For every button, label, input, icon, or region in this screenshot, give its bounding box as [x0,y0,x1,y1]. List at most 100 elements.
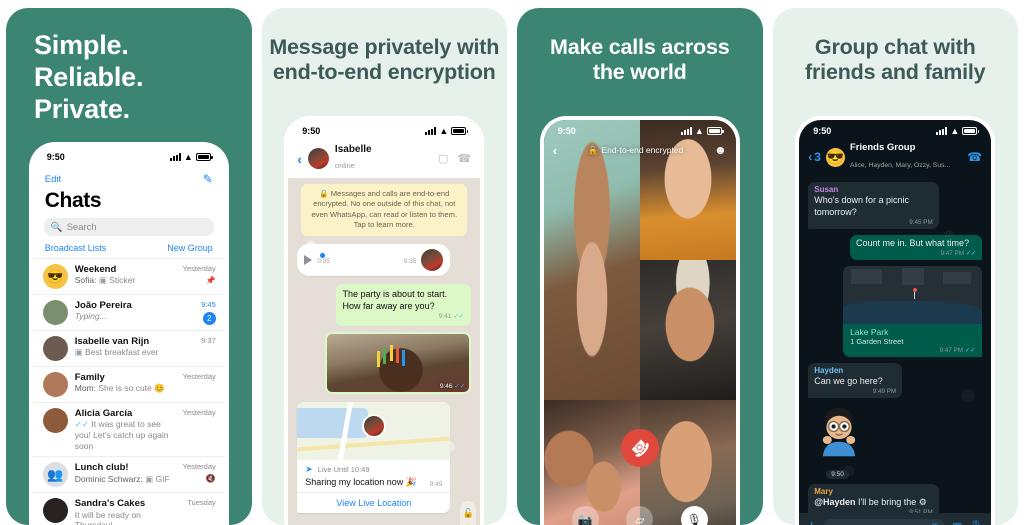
progress-dot[interactable] [320,252,326,258]
end-call-button[interactable]: ☎ [620,428,659,467]
map-preview[interactable] [843,265,983,324]
live-location-bubble[interactable]: ➤ Live Until 10:49 Sharing my location n… [297,401,451,513]
camera-icon[interactable]: ▣ [952,520,962,525]
message-time: 9:47 PM [939,346,963,354]
group-avatar[interactable]: 😎 [825,147,845,167]
avatar[interactable] [42,336,68,361]
voice-call-icon[interactable]: ☎ [458,152,472,165]
chat-list-item[interactable]: Family Mom: She is so cute 😊 Yesterday [32,366,225,402]
video-call-icon[interactable]: ▢ [438,152,448,165]
search-placeholder: Search [66,221,97,233]
search-input[interactable]: 🔍 Search [43,218,214,236]
sticker-message[interactable] [812,404,866,463]
add-participant-icon[interactable]: ☻ [714,143,727,157]
back-chevron-icon[interactable]: ‹ [297,151,302,167]
status-bar: 9:50 ▲ [544,120,736,142]
video-feed [639,260,736,400]
mute-icon: 🔇 [205,474,216,484]
title-line-2: friends and family [805,59,986,84]
chat-item-meta: Tuesday [187,498,216,507]
panel-simple-title: Simple. Reliable. Private. [6,8,252,126]
map-preview[interactable] [297,401,451,460]
chat-time: 9:45 [201,300,216,309]
broadcast-lists-button[interactable]: Broadcast Lists [45,243,107,253]
avatar[interactable] [42,300,68,325]
add-attachment-icon[interactable]: + [807,518,816,525]
phone-mockup-group-call: 9:50 ▲ ‹ 🔒 End-to-end encrypted ☻ ☎ 📷 ▱ … [543,120,736,525]
mic-off-icon[interactable]: 🎙 [680,506,708,525]
battery-icon [451,127,469,135]
panel-group-title: Group chat with friends and family [773,8,1019,85]
message-input-bar: + ◉ ▣ 🎙 [799,513,992,525]
play-icon[interactable] [304,254,313,265]
message-bubble-incoming[interactable]: Susan Who's down for a picnic tomorrow? … [808,181,939,229]
compose-icon[interactable]: ✎ [203,172,213,186]
chat-list-item[interactable]: João Pereira Typing... 9:45 2 [32,294,225,330]
chat-list-item[interactable]: 👥 Lunch club! Dominic Schwarz: ▣ GIF Yester… [32,456,225,492]
conversation-header: ‹ Isabelle online ▢ ☎ [288,142,481,178]
building-shape [901,268,924,286]
chevron-up-icon: ^ [460,521,476,525]
new-group-button[interactable]: New Group [167,243,213,253]
phone-mockup-group-chat: 9:50 ▲ ‹ 3 😎 Friends Group Alice, Hayden,… [799,120,992,525]
message-bubble-incoming[interactable]: Hayden Can we go here? 9:49 PM [808,362,903,398]
chat-list-item[interactable]: Isabelle van Rijn ▣ Best breakfast ever 9:… [32,330,225,366]
chat-item-content: Alicia García ✓✓ It was great to see you!… [75,408,176,451]
status-icons: ▲ [680,125,724,136]
back-chevron-icon[interactable]: ‹ [553,143,557,158]
location-message-bubble[interactable]: Lake Park 1 Garden Street 9:47 PM ✓✓ [843,265,983,357]
flip-camera-icon[interactable]: 📷 [571,506,599,525]
pin-icon: 📌 [205,276,216,285]
message-sender: Hayden [814,365,844,375]
avatar[interactable] [42,498,68,524]
candles-decor [389,345,393,362]
photo-message-bubble[interactable]: 9:46 ✓✓ [325,331,472,394]
avatar[interactable] [42,408,68,433]
title-line-1: Group chat with [814,35,976,59]
water-area [297,407,368,438]
lock-recording-control[interactable]: 🔓 ^ [460,501,477,525]
sticker-icon[interactable]: ◉ [931,521,939,525]
battery-icon [962,127,980,135]
chat-name: Isabelle van Rijn [74,336,150,347]
message-meta: 9:41 ✓✓ [343,313,464,321]
chat-preview: ✓✓ It was great to see you! Let's catch … [74,419,169,451]
message-input[interactable]: ◉ [823,518,945,525]
edit-button[interactable]: Edit [45,174,61,185]
message-bubble-outgoing[interactable]: Count me in. But what time? 9:47 PM ✓✓ [850,234,983,260]
phone-mockup-conversation: 9:50 ▲ ‹ Isabelle online ▢ ☎ 🔒 Messages … [288,120,481,525]
cellular-signal-icon [425,127,437,135]
voice-note-bubble[interactable]: 0:05 9:35 [297,243,451,276]
chat-name: Weekend [74,264,117,275]
wifi-icon: ▲ [694,125,704,136]
message-mention[interactable]: @Hayden [814,497,855,507]
chat-list-item[interactable]: Sandra's CakesIt will be ready on Thursd… [32,492,225,525]
avatar[interactable]: 👥 [42,462,68,488]
message-text: I'll be bring the ⚙ [855,497,927,508]
mic-icon[interactable]: 🎙 [969,520,983,525]
cellular-signal-icon [680,127,692,135]
voice-note-track[interactable]: 0:05 9:35 [317,252,416,265]
chat-preview: Sofia: ▣ Sticker [74,275,136,286]
avatar[interactable] [307,148,329,169]
video-off-icon[interactable]: ▱ [626,506,654,525]
battery-icon [195,153,213,161]
add-call-icon[interactable]: ☎ [967,150,982,164]
gif-icon: ▣ [145,473,156,484]
e2e-notice[interactable]: 🔒 Messages and calls are end-to-end encr… [301,184,468,236]
avatar[interactable]: 😎 [42,264,68,289]
back-button[interactable]: ‹ 3 [808,150,821,164]
avatar[interactable] [42,372,68,397]
read-receipt-icon: ✓✓ [965,249,977,257]
group-info[interactable]: Friends Group Alice, Hayden, Mary, Ozzy,… [850,142,950,172]
chat-list-item[interactable]: 😎 Weekend Sofia: ▣ Sticker Yesterday 📌 [32,258,225,294]
video-tile-participant-1[interactable] [543,120,640,400]
chat-item-content: Isabelle van Rijn ▣ Best breakfast ever [75,336,194,358]
chat-list-item[interactable]: Alicia García ✓✓ It was great to see you!… [32,402,225,456]
chat-time: Yesterday [182,264,216,273]
video-tile-participant-3[interactable] [639,260,736,400]
message-bubble-outgoing[interactable]: The party is about to start. How far awa… [335,283,472,326]
view-live-location-button[interactable]: View Live Location [297,491,451,513]
battery-icon [706,127,724,135]
map-pin-icon [912,287,917,299]
